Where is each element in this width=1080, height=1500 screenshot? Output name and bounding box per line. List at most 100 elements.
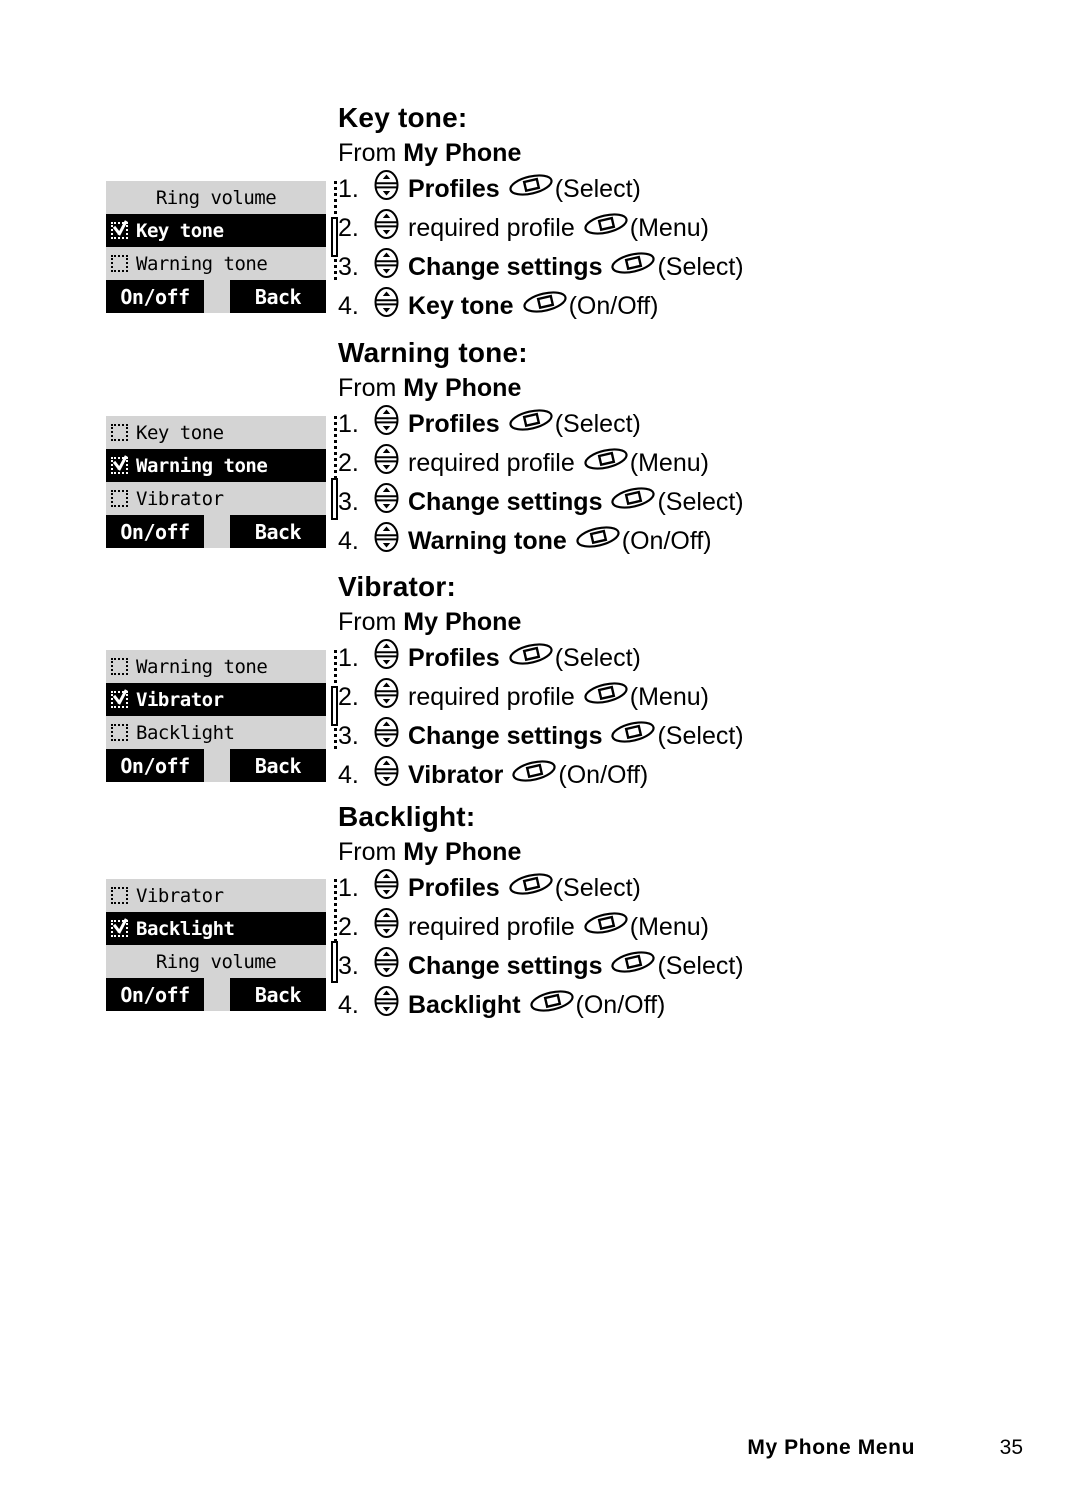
step-label: Profiles — [408, 175, 500, 204]
checkbox-unchecked-icon[interactable] — [111, 887, 128, 904]
from-target: My Phone — [403, 374, 522, 403]
scrollbar-thumb[interactable] — [331, 217, 338, 257]
step-softkey-label: (On/Off) — [621, 527, 712, 556]
checkbox-unchecked-icon[interactable] — [111, 490, 128, 507]
step-number: 2. — [338, 214, 359, 243]
checkbox-unchecked-icon[interactable] — [111, 658, 128, 675]
menu-item[interactable]: Warning tone — [106, 247, 326, 280]
section-title: Key tone: — [338, 102, 468, 133]
step-label: Backlight — [408, 991, 521, 1020]
menu-item-selected[interactable]: Warning tone — [106, 449, 326, 482]
menu-item[interactable]: Ring volume — [106, 181, 326, 214]
checkbox-unchecked-icon[interactable] — [111, 424, 128, 441]
checkbox-checked-icon[interactable] — [111, 457, 128, 474]
softkey-gap — [204, 978, 230, 1011]
navigation-key-icon — [374, 716, 399, 756]
step-softkey-label: (On/Off) — [568, 292, 659, 321]
footer-title: My Phone Menu — [747, 1436, 915, 1459]
from-line: From My Phone — [338, 374, 1038, 404]
step-label: Key tone — [408, 292, 514, 321]
step-list: 1. Profiles (Select) 2. required profile (Men… — [338, 868, 1038, 1025]
manual-page: Key tone: From My Phone 1. Profiles (Select)… — [0, 0, 1080, 1500]
checkbox-checked-icon[interactable] — [111, 691, 128, 708]
step-softkey-label: (Select) — [554, 410, 641, 439]
checkbox-unchecked-icon[interactable] — [111, 724, 128, 741]
navigation-key-icon — [374, 169, 399, 209]
step-number: 1. — [338, 175, 359, 204]
step-number: 3. — [338, 253, 359, 282]
step-label: Change settings — [408, 488, 603, 517]
menu-item-selected[interactable]: Backlight — [106, 912, 326, 945]
menu-item[interactable]: Vibrator — [106, 879, 326, 912]
softkey-left-button[interactable]: On/off — [106, 749, 204, 782]
checkbox-unchecked-icon[interactable] — [111, 255, 128, 272]
menu-item-label: Backlight — [136, 917, 235, 940]
soft-key-icon — [583, 445, 629, 482]
step-number: 1. — [338, 644, 359, 673]
step-number: 3. — [338, 952, 359, 981]
step-softkey-label: (Select) — [657, 488, 744, 517]
step-item: 3. Change settings (Select) — [338, 482, 1038, 522]
from-line: From My Phone — [338, 838, 1038, 868]
step-number: 4. — [338, 991, 359, 1020]
menu-item[interactable]: Key tone — [106, 416, 326, 449]
softkey-right-button[interactable]: Back — [230, 749, 326, 782]
scrollbar-thumb[interactable] — [331, 478, 338, 520]
menu-item[interactable]: Vibrator — [106, 482, 326, 515]
menu-item-label: Vibrator — [136, 487, 224, 510]
menu-list: Warning tone Vibrator Backlight — [106, 650, 338, 749]
step-softkey-label: (Select) — [554, 175, 641, 204]
menu-item-label: Vibrator — [136, 688, 224, 711]
step-softkey-label: (Select) — [657, 952, 744, 981]
step-number: 2. — [338, 683, 359, 712]
menu-item-selected[interactable]: Key tone — [106, 214, 326, 247]
softkey-right-button[interactable]: Back — [230, 515, 326, 548]
menu-item[interactable]: Ring volume — [106, 945, 326, 978]
phone-screen: Vibrator Backlight Ring volume On/off Back — [106, 879, 338, 1011]
menu-item-label: Warning tone — [136, 252, 268, 275]
softkey-left-button[interactable]: On/off — [106, 978, 204, 1011]
menu-item[interactable]: Warning tone — [106, 650, 326, 683]
section-title: Vibrator: — [338, 571, 456, 602]
step-number: 4. — [338, 761, 359, 790]
step-softkey-label: (Select) — [657, 722, 744, 751]
step-item: 3. Change settings (Select) — [338, 946, 1038, 986]
step-softkey-label: (Menu) — [629, 913, 709, 942]
step-item: 4. Warning tone (On/Off) — [338, 521, 1038, 561]
step-softkey-label: (On/Off) — [575, 991, 666, 1020]
softkey-left-button[interactable]: On/off — [106, 280, 204, 313]
footer-page-number: 35 — [999, 1436, 1023, 1459]
step-number: 2. — [338, 913, 359, 942]
navigation-key-icon — [374, 443, 399, 483]
scrollbar-thumb[interactable] — [331, 686, 338, 726]
softkey-right-button[interactable]: Back — [230, 978, 326, 1011]
soft-key-icon — [583, 679, 629, 716]
softkey-right-button[interactable]: Back — [230, 280, 326, 313]
step-item: 4. Backlight (On/Off) — [338, 985, 1038, 1025]
soft-key-icon — [575, 523, 621, 560]
softkey-gap — [204, 280, 230, 313]
softkey-gap — [204, 749, 230, 782]
instruction-block: Key tone: From My Phone 1. Profiles (Select)… — [338, 103, 1038, 326]
from-prefix: From — [338, 374, 404, 403]
menu-item-selected[interactable]: Vibrator — [106, 683, 326, 716]
softkey-left-button[interactable]: On/off — [106, 515, 204, 548]
menu-item-label: Warning tone — [136, 454, 268, 477]
soft-key-icon — [508, 870, 554, 907]
navigation-key-icon — [374, 868, 399, 908]
step-item: 1. Profiles (Select) — [338, 404, 1038, 444]
section-title: Backlight: — [338, 801, 476, 832]
from-line: From My Phone — [338, 139, 1038, 169]
step-label: Vibrator — [408, 761, 504, 790]
phone-screen: Ring volume Key tone Warning tone On/off Bac… — [106, 181, 338, 313]
checkbox-checked-icon[interactable] — [111, 920, 128, 937]
scrollbar-thumb[interactable] — [331, 941, 338, 983]
menu-item-label: Backlight — [136, 721, 235, 744]
step-number: 1. — [338, 410, 359, 439]
step-label: required profile — [408, 913, 575, 942]
navigation-key-icon — [374, 907, 399, 947]
menu-item[interactable]: Backlight — [106, 716, 326, 749]
step-number: 4. — [338, 292, 359, 321]
checkbox-checked-icon[interactable] — [111, 222, 128, 239]
navigation-key-icon — [374, 677, 399, 717]
